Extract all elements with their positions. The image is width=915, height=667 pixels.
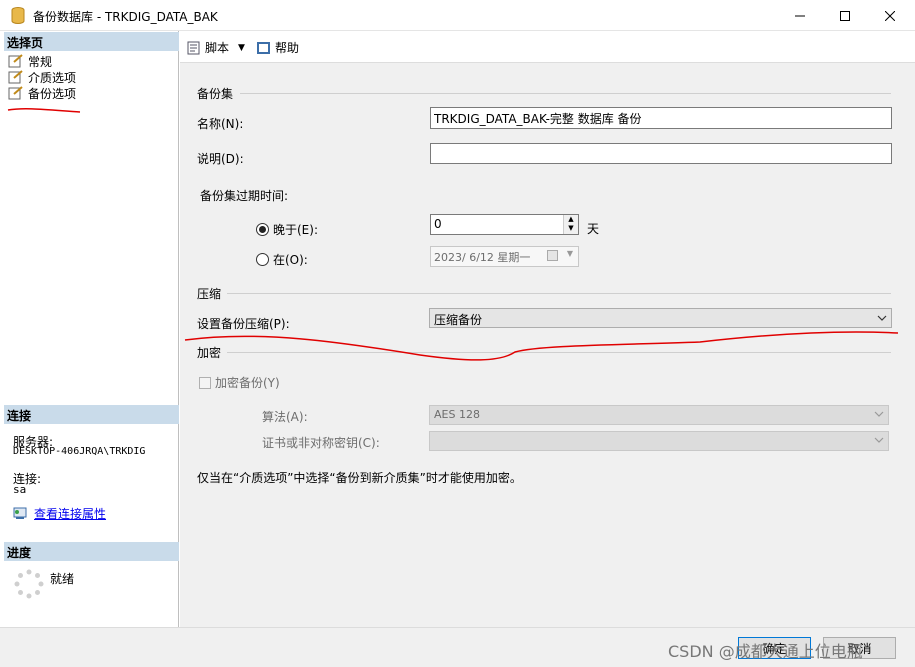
certificate-label: 证书或非对称密钥(C): xyxy=(262,436,380,450)
encrypt-backup-checkbox[interactable]: 加密备份(Y) xyxy=(199,374,280,391)
divider xyxy=(240,93,891,94)
minimize-icon[interactable] xyxy=(777,0,823,31)
expire-on-label: 在(O): xyxy=(273,253,308,267)
expire-on-radio[interactable]: 在(O): xyxy=(256,251,308,268)
checkbox-box xyxy=(199,376,211,389)
script-button[interactable]: 脚本 ▼ xyxy=(186,39,245,56)
algorithm-dropdown: AES 128 xyxy=(429,405,889,425)
expire-after-radio[interactable]: 晚于(E): xyxy=(256,221,318,238)
expire-days-value: 0 xyxy=(434,217,442,231)
page-icon xyxy=(8,54,23,68)
window-title: 备份数据库 - TRKDIG_DATA_BAK xyxy=(33,10,218,24)
toolbar: 脚本 ▼ 帮助 xyxy=(180,31,915,63)
chevron-down-icon[interactable]: ▼ xyxy=(238,43,245,53)
page-icon xyxy=(8,86,23,100)
chevron-down-icon xyxy=(874,409,884,422)
view-connection-properties-link[interactable]: 查看连接属性 xyxy=(34,505,106,522)
progress-header: 进度 xyxy=(4,542,179,561)
expire-label: 备份集过期时间: xyxy=(200,189,289,203)
name-label: 名称(N): xyxy=(197,117,244,131)
chevron-down-icon xyxy=(874,435,884,448)
compression-value: 压缩备份 xyxy=(434,313,483,327)
name-field[interactable] xyxy=(430,107,892,129)
certificate-dropdown xyxy=(429,431,889,451)
maximize-icon[interactable] xyxy=(822,0,868,31)
expire-after-label: 晚于(E): xyxy=(273,223,318,237)
backup-set-group-title: 备份集 xyxy=(197,85,240,102)
help-label: 帮助 xyxy=(275,41,300,55)
encryption-group-title: 加密 xyxy=(197,344,228,361)
expire-date-value: 2023/ 6/12 星期一 xyxy=(434,251,531,264)
database-icon xyxy=(11,7,25,24)
nav-page-label: 常规 xyxy=(28,54,53,69)
left-panel: 选择页 常规 介质选项 备份选项 连接 服务器: DESKTOP-406JRQA… xyxy=(4,31,179,627)
connection-properties-icon xyxy=(13,507,27,519)
calendar-icon xyxy=(547,250,558,261)
encryption-note: 仅当在“介质选项”中选择“备份到新介质集”时才能使用加密。 xyxy=(197,471,522,485)
nav-page-backup-options[interactable]: 备份选项 xyxy=(8,85,76,101)
script-label: 脚本 xyxy=(205,41,230,55)
nav-page-general[interactable]: 常规 xyxy=(8,53,52,69)
spin-buttons[interactable]: ▲ ▼ xyxy=(563,215,578,234)
expire-date-picker: 2023/ 6/12 星期一 ▼ xyxy=(430,246,579,267)
algorithm-label: 算法(A): xyxy=(262,410,308,424)
compression-group-title: 压缩 xyxy=(197,285,228,302)
page-icon xyxy=(8,70,23,84)
compression-dropdown[interactable]: 压缩备份 xyxy=(429,308,892,328)
watermark: CSDN @成都大通上位电瓶 xyxy=(668,642,863,661)
algorithm-value: AES 128 xyxy=(434,408,480,421)
radio-circle xyxy=(256,223,269,236)
script-icon xyxy=(187,41,200,54)
chevron-down-icon: ▼ xyxy=(566,249,573,258)
connection-value: sa xyxy=(13,483,27,496)
radio-circle xyxy=(256,253,269,266)
spin-down-icon[interactable]: ▼ xyxy=(564,224,578,233)
encrypt-backup-label: 加密备份(Y) xyxy=(215,376,280,390)
description-label: 说明(D): xyxy=(197,152,244,166)
expire-days-stepper[interactable]: 0 ▲ ▼ xyxy=(430,214,579,235)
chevron-down-icon[interactable] xyxy=(877,312,887,326)
days-unit: 天 xyxy=(587,222,600,236)
description-field[interactable] xyxy=(430,143,892,164)
connection-header: 连接 xyxy=(4,405,179,424)
divider xyxy=(226,293,891,294)
nav-page-label: 介质选项 xyxy=(28,70,77,85)
nav-page-media-options[interactable]: 介质选项 xyxy=(8,69,76,85)
spin-up-icon[interactable]: ▲ xyxy=(564,215,578,224)
help-button[interactable]: 帮助 xyxy=(256,39,299,56)
close-icon[interactable] xyxy=(867,0,913,31)
compression-label: 设置备份压缩(P): xyxy=(197,317,290,331)
nav-page-label: 备份选项 xyxy=(28,86,77,101)
title-bar: 备份数据库 - TRKDIG_DATA_BAK xyxy=(0,0,915,31)
server-value: DESKTOP-406JRQA\TRKDIG xyxy=(13,446,146,457)
select-page-header: 选择页 xyxy=(4,32,179,51)
progress-spinner-icon xyxy=(14,569,44,599)
progress-status: 就绪 xyxy=(50,572,75,586)
divider xyxy=(226,352,891,353)
help-icon xyxy=(257,41,270,54)
main-content: 备份集 名称(N): 说明(D): 备份集过期时间: 晚于(E): 0 ▲ ▼ … xyxy=(180,63,915,627)
